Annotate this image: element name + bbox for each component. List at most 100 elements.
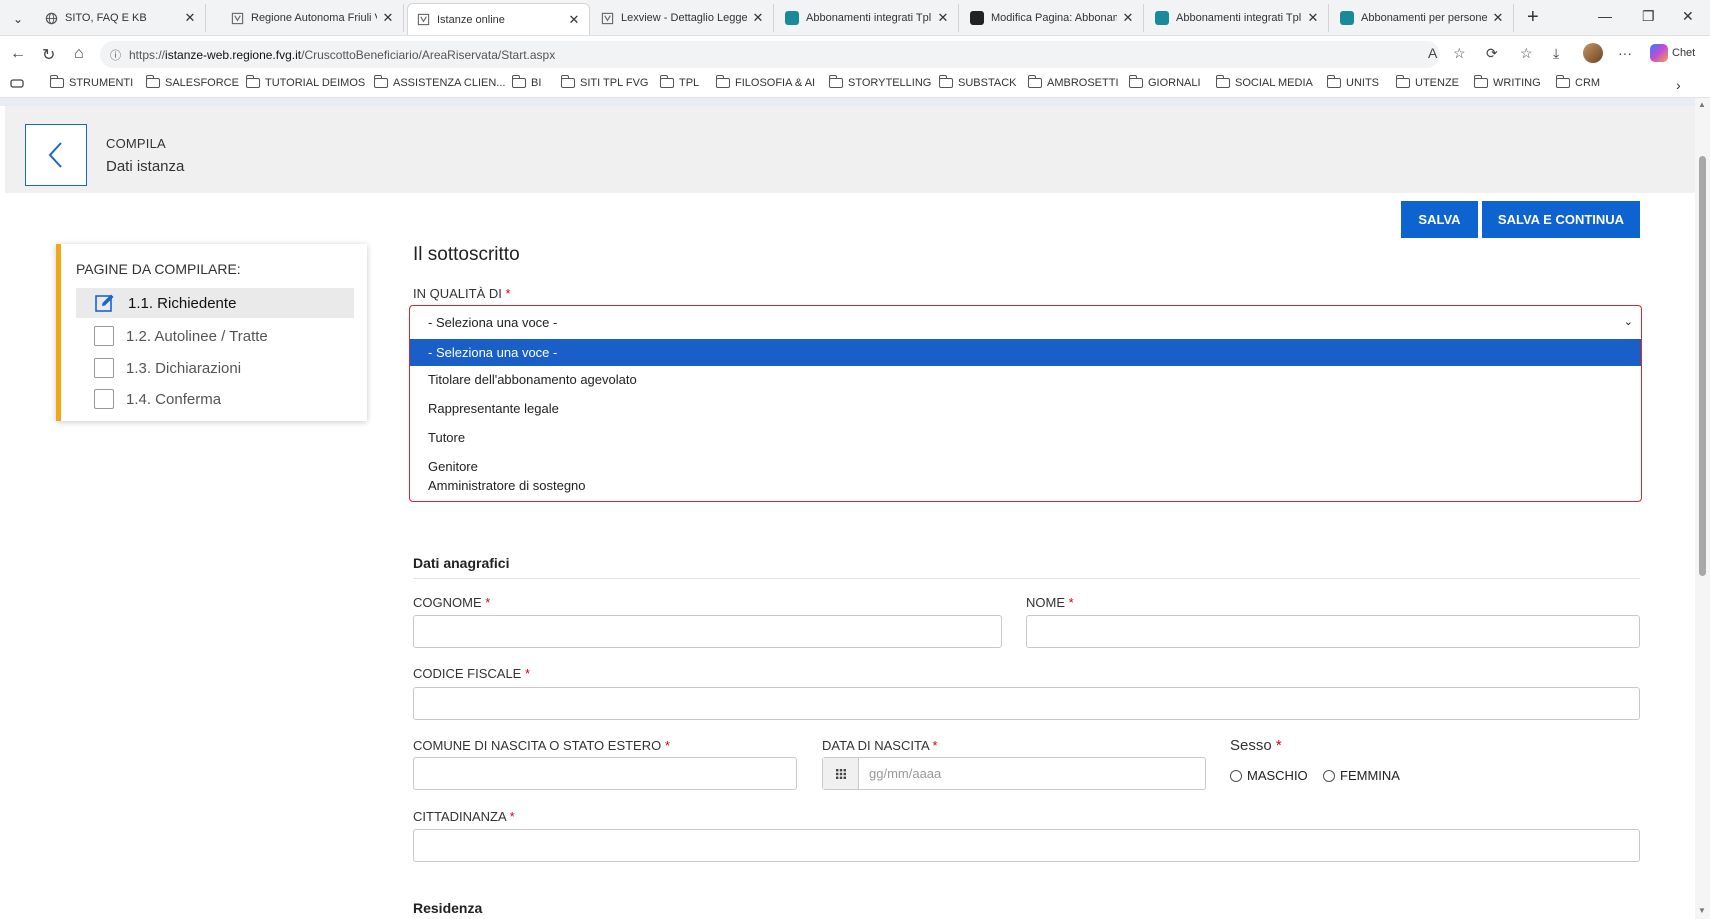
field-label-comune: COMUNE DI NASCITA O STATO ESTERO * <box>413 738 670 753</box>
bookmark-folder[interactable]: SITI TPL FVG <box>561 75 648 89</box>
url-field[interactable]: ⓘ https://istanze-web.regione.fvg.it/Cru… <box>100 41 1440 68</box>
select-option[interactable]: Titolare dell'abbonamento agevolato <box>410 366 1641 393</box>
folder-icon <box>829 75 843 88</box>
close-tab-icon[interactable]: ✕ <box>1306 10 1320 26</box>
download-icon[interactable]: ⤓ <box>1553 45 1559 62</box>
label-text: DATA DI NASCITA <box>822 738 929 753</box>
bookmark-folder[interactable]: SUBSTACK <box>939 75 1016 89</box>
browser-tab[interactable]: Modifica Pagina: Abboname ✕ <box>962 4 1144 32</box>
reload-icon[interactable]: ↻ <box>42 45 55 65</box>
bookmark-label: GIORNALI <box>1148 77 1201 89</box>
radio-label: FEMMINA <box>1340 768 1400 783</box>
radio-femmina[interactable]: FEMMINA <box>1323 768 1400 783</box>
bookmark-folder[interactable]: TPL <box>660 75 699 89</box>
restore-icon[interactable]: ❐ <box>1642 8 1655 25</box>
select-option[interactable]: Tutore <box>410 424 1641 451</box>
profile-avatar[interactable] <box>1583 43 1603 63</box>
close-tab-icon[interactable]: ✕ <box>381 10 395 26</box>
required-mark: * <box>509 809 515 824</box>
tab-actions-menu-icon[interactable]: ⌄ <box>6 8 30 30</box>
sidebar-item-autolinee[interactable]: 1.2. Autolinee / Tratte <box>76 321 354 351</box>
bookmark-folder[interactable]: WRITING <box>1474 75 1541 89</box>
bookmarks-bar: STRUMENTI SALESFORCE TUTORIAL DEIMOS ASS… <box>0 72 1710 98</box>
back-button[interactable] <box>25 124 87 186</box>
copilot-icon[interactable] <box>1650 44 1668 62</box>
more-menu-icon[interactable]: ··· <box>1618 45 1632 61</box>
scroll-thumb[interactable] <box>1699 156 1706 576</box>
close-tab-icon[interactable]: ✕ <box>936 10 950 26</box>
bookmark-folder[interactable]: STORYTELLING <box>829 75 931 89</box>
bookmark-label: ASSISTENZA CLIEN... <box>393 77 506 89</box>
browser-tab[interactable]: Lexview - Dettaglio Legge re ✕ <box>592 4 774 32</box>
nome-input[interactable] <box>1026 615 1640 648</box>
radio-maschio[interactable]: MASCHIO <box>1230 768 1308 783</box>
radio-circle[interactable] <box>1230 769 1242 782</box>
bookmark-folder[interactable]: STRUMENTI <box>50 75 134 89</box>
favorites-icon[interactable]: ☆ <box>1520 45 1533 62</box>
bookmark-folder[interactable]: CRM <box>1556 75 1600 89</box>
save-button[interactable]: SALVA <box>1401 201 1478 238</box>
bookmark-folder[interactable]: SALESFORCE <box>146 75 239 89</box>
sidebar-item-conferma[interactable]: 1.4. Conferma <box>76 384 354 414</box>
sidebar-item-dichiarazioni[interactable]: 1.3. Dichiarazioni <box>76 353 354 383</box>
bookmark-label: STRUMENTI <box>69 77 134 89</box>
minimize-icon[interactable]: — <box>1598 8 1612 24</box>
browser-tab-active[interactable]: Istanze online ✕ <box>407 3 590 35</box>
new-tab-icon[interactable]: + <box>1527 6 1539 29</box>
qualita-select-dropdown[interactable]: - Seleziona una voce - ⌄ - Seleziona una… <box>409 305 1642 502</box>
select-current-value[interactable]: - Seleziona una voce - <box>410 306 1641 338</box>
bookmark-folder[interactable]: UNITS <box>1327 75 1379 89</box>
tab-label: Abbonamenti integrati Tpl F <box>806 12 932 24</box>
folder-icon <box>939 75 953 88</box>
data-nascita-input[interactable]: gg/mm/aaaa <box>822 757 1206 790</box>
bookmark-folder[interactable]: TUTORIAL DEIMOS <box>246 75 365 89</box>
close-tab-icon[interactable]: ✕ <box>751 10 765 26</box>
folder-icon <box>1129 75 1143 88</box>
cognome-input[interactable] <box>413 615 1002 648</box>
bookmark-folder[interactable]: ASSISTENZA CLIEN... <box>374 75 506 89</box>
select-option[interactable]: - Seleziona una voce - <box>410 339 1641 366</box>
bookmark-folder[interactable]: UTENZE <box>1396 75 1459 89</box>
chevron-down-icon[interactable]: ⌄ <box>1624 315 1633 328</box>
anagrafici-section-title: Dati anagrafici <box>413 555 510 571</box>
sidebar-item-richiedente[interactable]: 1.1. Richiedente <box>76 288 354 318</box>
radio-circle[interactable] <box>1323 769 1335 782</box>
scroll-up-icon[interactable]: ▲ <box>1698 100 1706 109</box>
field-label-qualita: IN QUALITÀ DI * <box>413 286 511 301</box>
home-icon[interactable]: ⌂ <box>74 45 84 63</box>
close-window-icon[interactable]: ✕ <box>1682 8 1694 25</box>
bookmark-folder[interactable]: BI <box>512 75 541 89</box>
close-tab-icon[interactable]: ✕ <box>183 10 197 26</box>
chevron-right-icon[interactable]: › <box>1676 77 1681 93</box>
bookmark-folder[interactable]: FILOSOFIA & AI <box>716 75 815 89</box>
scroll-down-icon[interactable]: ▼ <box>1698 906 1706 915</box>
calendar-icon[interactable] <box>823 758 859 789</box>
favorite-star-icon[interactable]: ☆ <box>1453 45 1466 62</box>
label-text: Sesso <box>1230 737 1272 754</box>
browser-tab[interactable]: Abbonamenti integrati Tpl F ✕ <box>1147 4 1329 32</box>
cittadinanza-input[interactable] <box>413 829 1640 862</box>
codice-fiscale-input[interactable] <box>413 687 1640 720</box>
browser-tab[interactable]: Abbonamenti per persone c ✕ <box>1332 4 1514 32</box>
bookmark-folder[interactable]: AMBROSETTI <box>1028 75 1119 89</box>
back-arrow-icon[interactable]: ← <box>10 45 26 63</box>
close-tab-icon[interactable]: ✕ <box>1491 10 1505 26</box>
site-info-icon[interactable]: ⓘ <box>110 47 121 63</box>
select-option[interactable]: Amministratore di sostegno <box>410 472 1641 499</box>
read-aloud-icon[interactable]: A <box>1428 45 1437 61</box>
label-text: CODICE FISCALE <box>413 666 522 681</box>
copilot-label[interactable]: Chet <box>1672 47 1695 59</box>
select-option[interactable]: Rappresentante legale <box>410 395 1641 422</box>
close-tab-icon[interactable]: ✕ <box>1121 10 1135 26</box>
bookmark-folder[interactable]: GIORNALI <box>1129 75 1201 89</box>
close-tab-icon[interactable]: ✕ <box>567 12 581 28</box>
browser-tab[interactable]: Abbonamenti integrati Tpl F ✕ <box>777 4 959 32</box>
browser-tab[interactable]: Regione Autonoma Friuli Ven ✕ <box>222 4 404 32</box>
extensions-icon[interactable]: ⟳ <box>1486 45 1498 62</box>
comune-nascita-input[interactable] <box>413 757 797 790</box>
save-continue-button[interactable]: SALVA E CONTINUA <box>1482 201 1640 238</box>
page-scrollbar[interactable]: ▲ ▼ <box>1695 98 1710 919</box>
bookmark-folder[interactable]: SOCIAL MEDIA <box>1216 75 1313 89</box>
browser-tab[interactable]: SITO, FAQ E KB ✕ <box>36 4 206 32</box>
reading-list-icon[interactable] <box>10 77 24 89</box>
